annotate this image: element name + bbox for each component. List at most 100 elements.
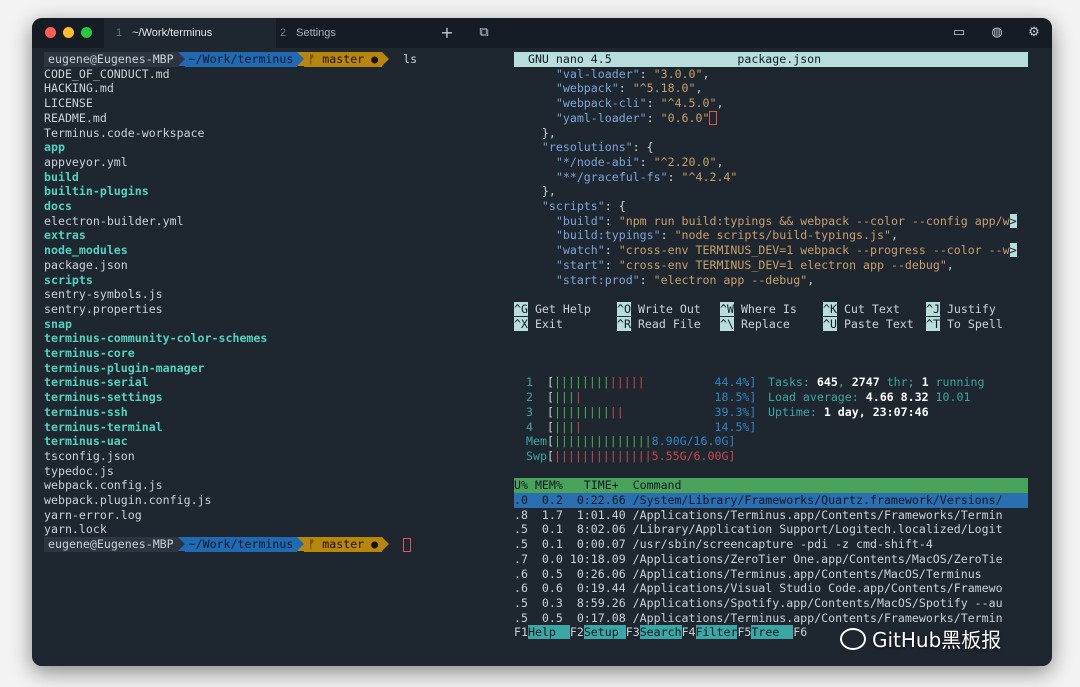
mem-bar: ||||||||||||||	[553, 434, 652, 449]
tasks-line: Tasks: 645, 2747 thr; 1 running	[512, 375, 1052, 390]
shortcut-item[interactable]: ^J Justify	[926, 301, 996, 317]
shortcut-key: ^O	[617, 301, 631, 316]
json-separator: :	[646, 110, 661, 125]
close-window-button[interactable]	[45, 27, 56, 38]
table-row: .0 0.2 0:22.66 /System/Library/Framework…	[512, 493, 1052, 508]
list-item: terminus-plugin-manager	[32, 361, 512, 376]
load-15: 10.01	[935, 390, 971, 405]
cpu-id: 4	[526, 419, 533, 434]
shortcut-item[interactable]: ^W Where Is	[720, 301, 797, 317]
cpu-bar-padding	[582, 420, 715, 434]
json-value: "3.0.0"	[653, 66, 703, 81]
json-key: "yaml-loader"	[555, 110, 647, 125]
shortcut-item[interactable]: ^O Write Out	[617, 301, 701, 317]
process-row-text[interactable]: .0 0.2 0:22.66 /System/Library/Framework…	[514, 493, 1028, 508]
shortcut-item[interactable]: ^U Paste Text	[823, 316, 914, 332]
code-line: "webpack": "^5.18.0",	[512, 81, 1052, 96]
right-terminal-pane[interactable]: GNU nano 4.5 package.json "val-loader": …	[512, 48, 1052, 666]
powerline-separator	[382, 537, 390, 552]
json-punctuation: {	[646, 140, 654, 155]
shortcut-key: ^J	[926, 301, 940, 316]
list-item: terminus-uac	[32, 434, 512, 449]
tab-terminus[interactable]: 1 ~/Work/terminus	[104, 18, 276, 48]
tasks-label: Tasks:	[768, 375, 817, 390]
json-punctuation: ,	[807, 272, 815, 287]
maximize-window-button[interactable]	[81, 27, 92, 38]
function-key[interactable]: F3Search	[626, 625, 682, 640]
shortcut-item[interactable]: ^G Get Help	[514, 301, 591, 317]
window-icon[interactable]: ⧉	[473, 18, 495, 48]
list-item: scripts	[32, 273, 512, 288]
list-item: typedoc.js	[32, 464, 512, 479]
json-separator: :	[639, 66, 654, 81]
json-key: "webpack"	[555, 81, 619, 96]
list-item: tsconfig.json	[32, 449, 512, 464]
json-punctuation: ,	[716, 96, 724, 111]
shortcut-item[interactable]: ^R Read File	[617, 316, 701, 332]
minimize-window-button[interactable]	[63, 27, 74, 38]
json-value: "^2.20.0"	[653, 154, 717, 169]
directory-name: terminus-settings	[44, 390, 163, 405]
load-label: Load average:	[768, 390, 866, 405]
nano-filename: package.json	[737, 52, 822, 66]
left-terminal-pane[interactable]: eugene@Eugenes-MBP ~/Work/terminus ᚠ maste…	[32, 48, 512, 666]
shortcut-item[interactable]: ^\ Replace	[720, 316, 790, 332]
shell-prompt: eugene@Eugenes-MBP ~/Work/terminus ᚠ maste…	[32, 52, 512, 67]
list-item: electron-builder.yml	[32, 214, 512, 229]
uptime-label: Uptime:	[768, 404, 824, 419]
code-line: },	[512, 184, 1052, 199]
json-value: "^5.18.0"	[632, 81, 696, 96]
shortcut-label: Exit	[534, 316, 563, 331]
function-key[interactable]: F5Tree	[737, 625, 794, 640]
list-item: terminus-community-color-schemes	[32, 331, 512, 346]
list-item: terminus-ssh	[32, 405, 512, 420]
json-key: "**/graceful-fs"	[555, 169, 668, 184]
function-key[interactable]: F4Filter	[681, 625, 738, 640]
gear-icon[interactable]: ⚙	[1023, 18, 1045, 48]
json-key: "*/node-abi"	[555, 154, 640, 169]
list-item: node_modules	[32, 243, 512, 258]
process-row-text: .6 0.5 0:26.06 /Applications/Terminus.ap…	[514, 566, 982, 581]
new-tab-icon[interactable]: +	[436, 18, 458, 48]
function-key-code: F4	[681, 625, 696, 640]
terminal-window: 1 ~/Work/terminus 2 Settings + ⧉ ▭ ◍ ⚙ eug…	[32, 18, 1052, 666]
function-key[interactable]: F2Setup	[570, 625, 626, 640]
process-header: U% MEM% TIME+ Command	[514, 478, 1028, 493]
json-key: "webpack-cli"	[555, 96, 647, 111]
tab-settings[interactable]: 2 Settings	[268, 18, 440, 48]
list-item: docs	[32, 199, 512, 214]
list-item: webpack.plugin.config.js	[32, 493, 512, 508]
keyboard-icon[interactable]: ▭	[948, 18, 970, 48]
globe-icon[interactable]: ◍	[986, 18, 1008, 48]
json-value: "node scripts/build-typings.js"	[674, 228, 891, 243]
shortcut-item[interactable]: ^T To Spell	[926, 316, 1003, 332]
directory-name: terminus-community-color-schemes	[44, 331, 268, 346]
process-row-text: .5 0.1 0:00.07 /usr/sbin/screencapture -…	[514, 537, 933, 552]
running-label: running	[928, 375, 985, 390]
cpu-percent: 14.5%]	[714, 419, 757, 434]
nano-shortcut-row: ^X Exit ^R Read File ^\ Replace ^U Paste Te…	[512, 316, 1052, 332]
list-item: package.json	[32, 258, 512, 273]
directory-name: node_modules	[44, 243, 128, 258]
file-name: CODE_OF_CONDUCT.md	[44, 66, 170, 81]
nano-shortcut-row: ^G Get Help ^O Write Out ^W Where Is ^K Cut…	[512, 301, 1052, 317]
table-row: .6 0.5 0:26.06 /Applications/Terminus.ap…	[512, 567, 1052, 582]
list-item: sentry.properties	[32, 302, 512, 317]
code-line: "watch": "cross-env TERMINUS_DEV=1 webpa…	[512, 243, 1052, 258]
file-name: package.json	[44, 257, 128, 272]
mem-label: Mem	[526, 434, 547, 449]
shortcut-label: Justify	[946, 301, 996, 316]
swp-bar: ||||||||||||||	[553, 448, 652, 463]
powerline-separator	[177, 52, 185, 66]
list-item: terminus-terminal	[32, 420, 512, 435]
list-item: Terminus.code-workspace	[32, 126, 512, 141]
prompt-user: eugene@Eugenes-MBP	[44, 52, 178, 67]
directory-name: terminus-serial	[44, 375, 149, 390]
shortcut-item[interactable]: ^X Exit	[514, 316, 563, 332]
shell-prompt: eugene@Eugenes-MBP ~/Work/terminus ᚠ maste…	[32, 537, 512, 552]
file-name: sentry-symbols.js	[44, 287, 163, 302]
json-punctuation: ,	[946, 257, 954, 272]
function-key[interactable]: F6	[793, 625, 807, 639]
function-key[interactable]: F1Help	[514, 625, 570, 640]
shortcut-item[interactable]: ^K Cut Text	[823, 301, 900, 317]
